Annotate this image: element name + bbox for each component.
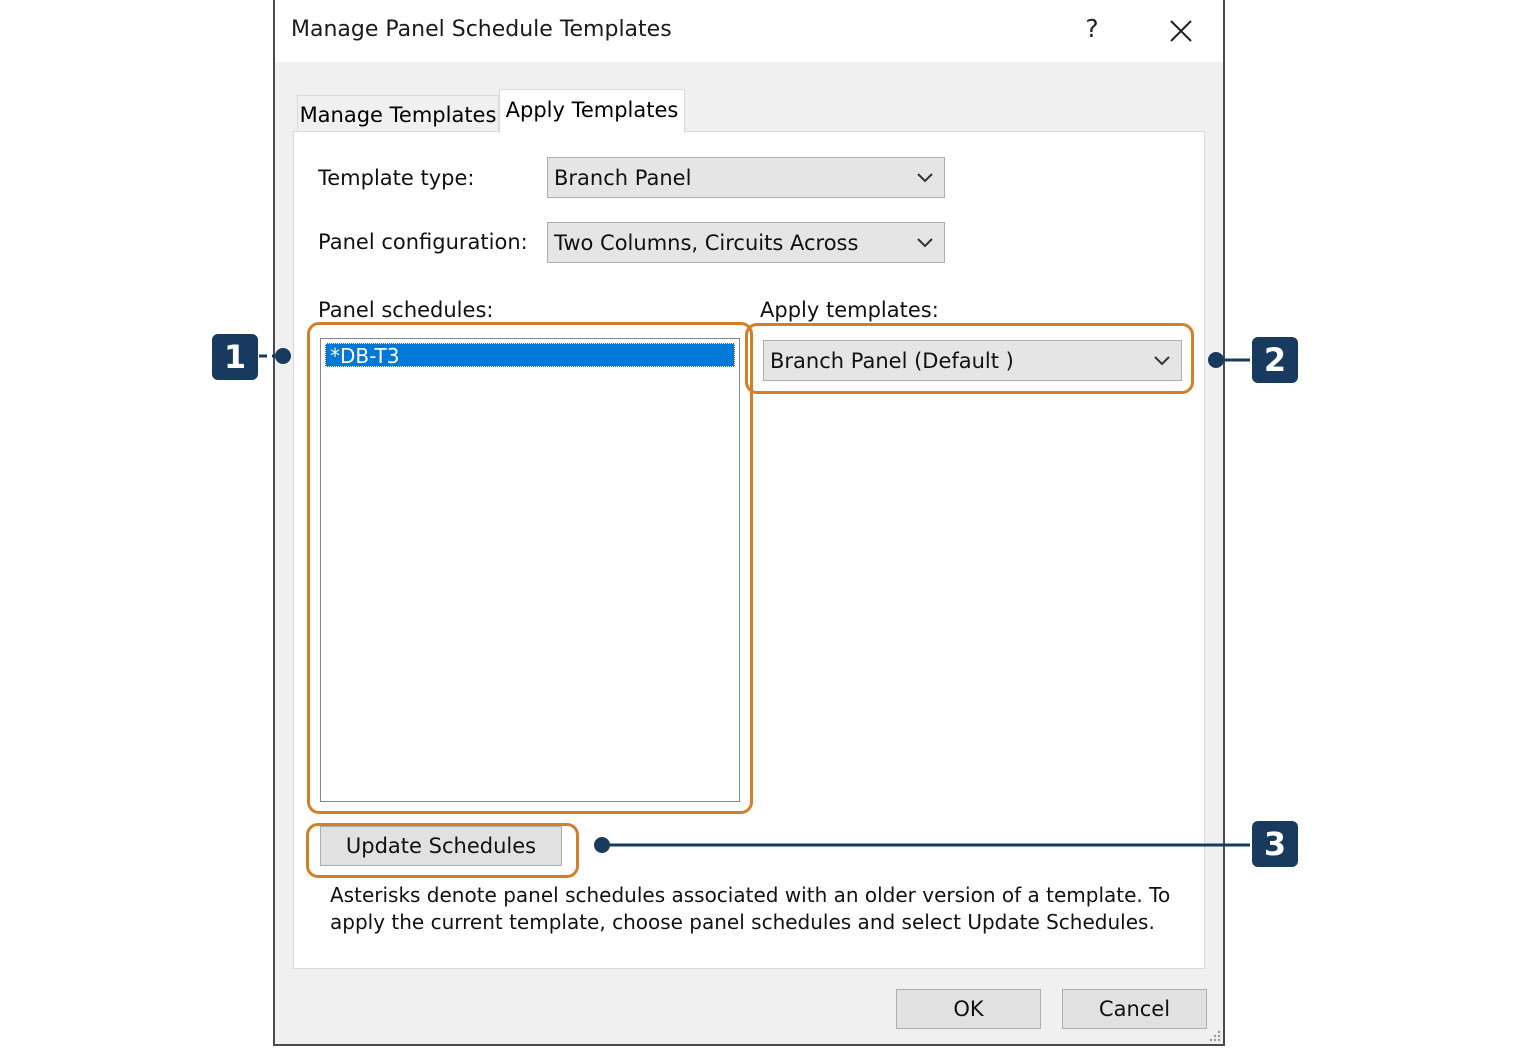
callout-connectors bbox=[259, 348, 1250, 853]
